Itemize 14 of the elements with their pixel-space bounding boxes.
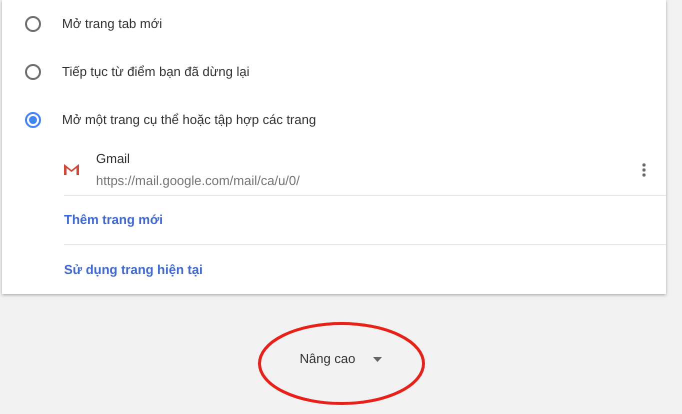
link[interactable]: Thêm trang mới [64, 210, 163, 230]
page-title: Gmail [96, 150, 131, 168]
radio-button[interactable] [25, 64, 41, 80]
more-options-icon[interactable] [642, 162, 646, 176]
caret-icon [373, 356, 382, 362]
advanced-button[interactable]: Nâng cao [298, 349, 384, 369]
page-url: https://mail.google.com/mail/ca/u/0/ [96, 172, 301, 190]
mail-icon [64, 164, 79, 175]
radio-button[interactable] [25, 112, 41, 128]
option-label: Tiếp tục từ điểm bạn đã dừng lại [62, 63, 250, 82]
option-label: Mở một trang cụ thể hoặc tập hợp các trang [62, 111, 316, 130]
link[interactable]: Sử dụng trang hiện tại [64, 260, 203, 280]
radio-button[interactable] [25, 16, 41, 32]
option-label: Mở trang tab mới [62, 15, 162, 34]
